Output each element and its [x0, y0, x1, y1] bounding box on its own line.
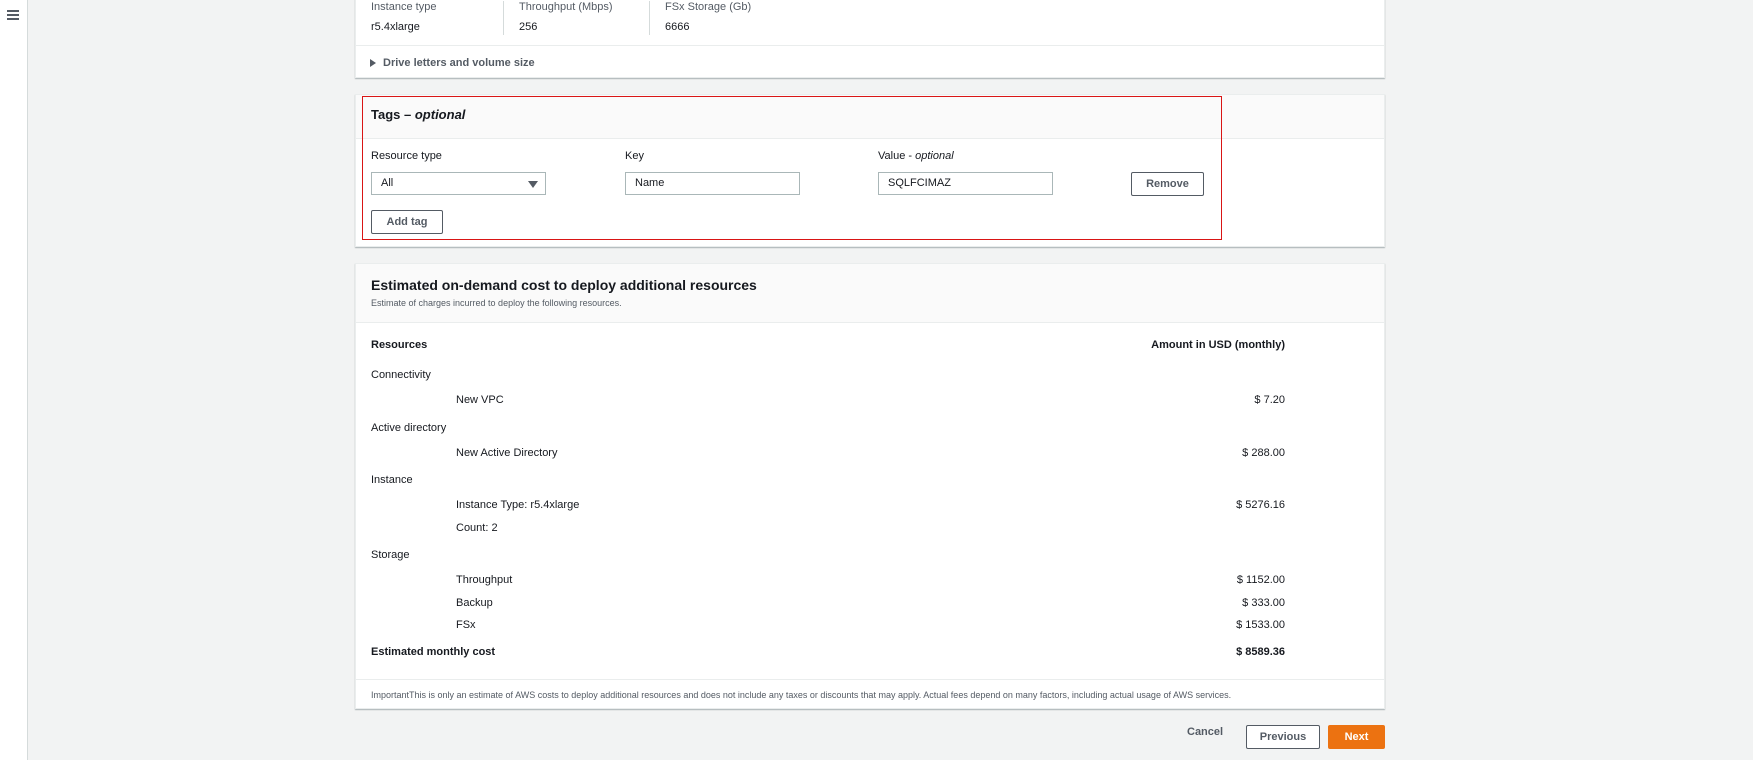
divider — [649, 1, 650, 35]
value-label-text: Value — [878, 150, 906, 162]
left-nav-rail — [0, 0, 28, 760]
value-input[interactable]: SQLFCIMAZ — [878, 172, 1053, 195]
cost-subtitle: Estimate of charges incurred to deploy t… — [371, 298, 622, 308]
cancel-button[interactable]: Cancel — [1187, 726, 1223, 738]
tags-panel: Tags – optional Resource type All Key Na… — [355, 94, 1385, 247]
tags-header: Tags – optional — [356, 95, 1384, 139]
resource-type-value: All — [381, 177, 394, 189]
item-new-vpc: New VPC — [456, 394, 504, 406]
add-tag-button[interactable]: Add tag — [371, 210, 443, 234]
value-label: Value - optional — [878, 150, 954, 162]
storage-value: 6666 — [665, 21, 690, 33]
instance-type-col: Instance type r5.4xlarge — [371, 1, 436, 33]
amount-new-active-directory: $ 288.00 — [1242, 447, 1285, 459]
item-instance-type: Instance Type: r5.4xlarge — [456, 499, 580, 511]
instance-summary-panel: Instance type r5.4xlarge Throughput (Mbp… — [355, 0, 1385, 78]
amount-column-header: Amount in USD (monthly) — [1151, 339, 1285, 351]
item-new-active-directory: New Active Directory — [456, 447, 558, 459]
resources-column-header: Resources — [371, 339, 428, 351]
caret-down-icon — [528, 181, 538, 188]
key-label: Key — [625, 150, 644, 162]
instance-type-value: r5.4xlarge — [371, 21, 420, 33]
item-fsx: FSx — [456, 619, 476, 631]
resource-type-select[interactable]: All — [371, 172, 546, 195]
amount-fsx: $ 1533.00 — [1236, 619, 1285, 631]
tags-optional-label: optional — [414, 107, 466, 122]
key-input[interactable]: Name — [625, 172, 800, 195]
resource-type-label: Resource type — [371, 150, 442, 162]
group-connectivity: Connectivity — [371, 369, 431, 381]
drive-letters-label: Drive letters and volume size — [383, 56, 535, 69]
next-button[interactable]: Next — [1328, 725, 1385, 749]
item-backup: Backup — [456, 597, 493, 609]
amount-throughput: $ 1152.00 — [1236, 574, 1285, 586]
storage-label: FSx Storage (Gb) — [665, 1, 752, 13]
cost-footer: ImportantThis is only an estimate of AWS… — [356, 679, 1384, 710]
total-amount: $ 8589.36 — [1236, 646, 1285, 658]
value-label-separator: - — [905, 150, 916, 162]
cost-title: Estimated on-demand cost to deploy addit… — [371, 277, 757, 293]
storage-col: FSx Storage (Gb) 6666 — [665, 1, 751, 33]
value-optional-label: optional — [915, 150, 954, 162]
amount-backup: $ 333.00 — [1242, 597, 1285, 609]
amount-instance-type: $ 5276.16 — [1236, 499, 1285, 511]
menu-icon[interactable] — [7, 10, 19, 20]
tags-title-separator: – — [400, 107, 415, 122]
item-instance-count: Count: 2 — [456, 522, 498, 534]
item-throughput: Throughput — [456, 574, 513, 586]
throughput-label: Throughput (Mbps) — [519, 1, 613, 13]
cost-header: Estimated on-demand cost to deploy addit… — [356, 264, 1384, 323]
previous-button[interactable]: Previous — [1246, 725, 1320, 749]
instance-type-label: Instance type — [371, 1, 437, 13]
tags-title: Tags – optional — [371, 107, 465, 122]
throughput-col: Throughput (Mbps) 256 — [519, 1, 613, 33]
divider — [503, 1, 504, 35]
cost-estimate-panel: Estimated on-demand cost to deploy addit… — [355, 263, 1385, 709]
drive-letters-expander[interactable]: Drive letters and volume size — [356, 45, 1384, 79]
throughput-value: 256 — [519, 21, 538, 33]
group-storage: Storage — [371, 549, 410, 561]
amount-new-vpc: $ 7.20 — [1254, 394, 1285, 406]
tags-title-text: Tags — [371, 107, 401, 122]
total-label: Estimated monthly cost — [371, 646, 496, 658]
caret-right-icon — [370, 58, 376, 67]
group-instance: Instance — [371, 474, 413, 486]
group-active-directory: Active directory — [371, 422, 447, 434]
cost-footnote: ImportantThis is only an estimate of AWS… — [371, 690, 1232, 700]
remove-tag-button[interactable]: Remove — [1131, 172, 1204, 196]
